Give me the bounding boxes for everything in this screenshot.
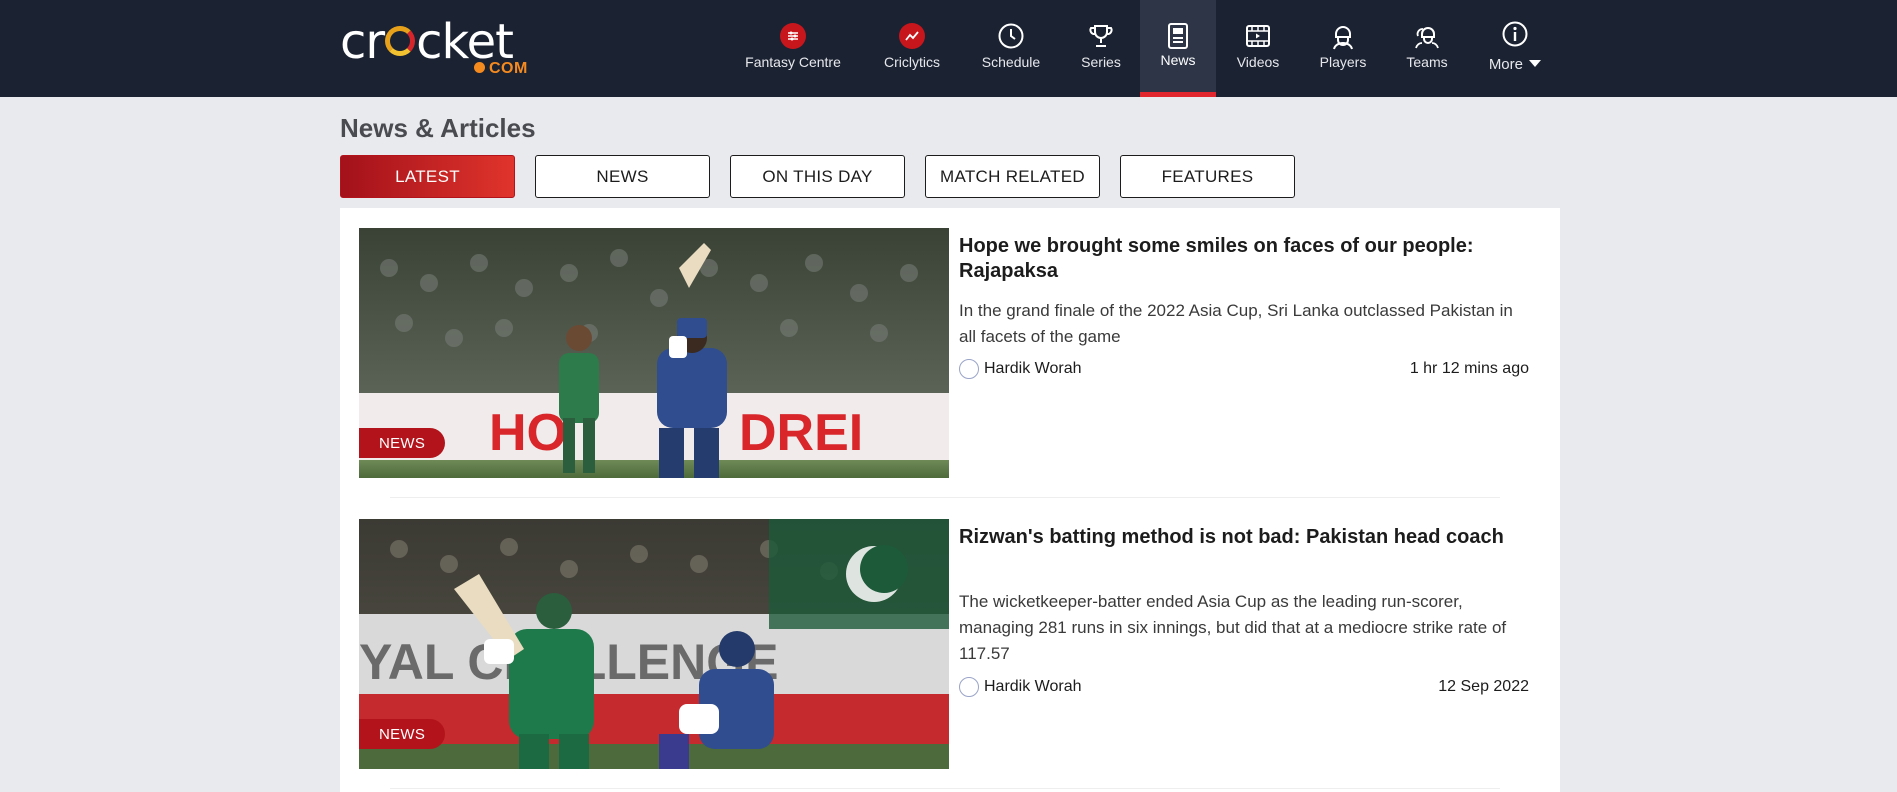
- svg-text:DREI: DREI: [739, 404, 863, 462]
- tab-latest[interactable]: LATEST: [340, 155, 515, 198]
- criclytics-icon: [898, 22, 926, 50]
- nav-label: News: [1160, 52, 1196, 68]
- nav-item-fantasy-centre[interactable]: Fantasy Centre: [733, 0, 853, 97]
- author-avatar-icon: [959, 359, 979, 379]
- category-badge: NEWS: [359, 719, 445, 749]
- article-list: HO DREI NEWS Hope we brought some smiles…: [340, 208, 1560, 792]
- nav-label: Criclytics: [884, 54, 940, 70]
- article-title[interactable]: Rizwan's batting method is not bad: Paki…: [959, 525, 1529, 550]
- article-title[interactable]: Hope we brought some smiles on faces of …: [959, 234, 1529, 284]
- nav-item-videos[interactable]: Videos: [1222, 0, 1294, 97]
- video-icon: [1244, 22, 1272, 50]
- tab-match-related[interactable]: MATCH RELATED: [925, 155, 1100, 198]
- category-badge: NEWS: [359, 428, 445, 458]
- nav-label: Schedule: [981, 54, 1041, 70]
- trophy-icon: [1087, 22, 1115, 50]
- article-author: Hardik Worah: [984, 360, 1082, 377]
- article-meta: Hardik Worah 12 Sep 2022: [959, 676, 1529, 698]
- tab-on-this-day[interactable]: ON THIS DAY: [730, 155, 905, 198]
- nav-item-players[interactable]: Players: [1306, 0, 1380, 97]
- article-thumbnail[interactable]: HO DREI NEWS: [359, 228, 949, 478]
- player-icon: [1329, 22, 1357, 50]
- tab-news[interactable]: NEWS: [535, 155, 710, 198]
- divider: [390, 788, 1500, 789]
- cricket-ball-icon: [385, 26, 416, 56]
- nav-item-teams[interactable]: Teams: [1393, 0, 1461, 97]
- article-card[interactable]: YAL CHALLENGE NEWS Rizwan's batting meth…: [359, 519, 1529, 769]
- nav-label: Videos: [1236, 54, 1280, 70]
- svg-text:HO: HO: [489, 404, 567, 462]
- divider: [390, 497, 1500, 498]
- logo-suffix: COM: [489, 60, 528, 77]
- article-thumbnail[interactable]: YAL CHALLENGE NEWS: [359, 519, 949, 769]
- newspaper-icon: [1164, 22, 1192, 50]
- nav-item-news[interactable]: News: [1140, 0, 1216, 97]
- nav-label: Teams: [1406, 54, 1448, 70]
- logo-text-part1: cr: [340, 14, 385, 70]
- nav-item-series[interactable]: Series: [1067, 0, 1135, 97]
- tab-features[interactable]: FEATURES: [1120, 155, 1295, 198]
- article-description: In the grand finale of the 2022 Asia Cup…: [959, 301, 1513, 346]
- nav-label: Series: [1081, 54, 1121, 70]
- article-meta: Hardik Worah 1 hr 12 mins ago: [959, 358, 1529, 380]
- article-time: 12 Sep 2022: [1438, 678, 1529, 695]
- nav-item-schedule[interactable]: Schedule: [971, 0, 1051, 97]
- caret-down-icon: [1529, 60, 1542, 67]
- nav-label: Players: [1319, 54, 1367, 70]
- article-time: 1 hr 12 mins ago: [1409, 360, 1529, 377]
- article-card[interactable]: HO DREI NEWS Hope we brought some smiles…: [359, 228, 1529, 478]
- site-logo[interactable]: cr cket COM: [340, 14, 540, 77]
- page-title: News & Articles: [340, 113, 536, 143]
- author-avatar-icon: [959, 677, 979, 697]
- nav-label: More: [1488, 56, 1523, 73]
- clock-icon: [997, 22, 1025, 50]
- article-author: Hardik Worah: [984, 678, 1082, 695]
- article-description: The wicketkeeper-batter ended Asia Cup a…: [959, 592, 1507, 663]
- team-icon: [1413, 22, 1441, 50]
- top-navbar: cr cket COM Fantasy Centre Criclytics Sch…: [0, 0, 1897, 97]
- info-icon: [1501, 20, 1529, 48]
- nav-label: Fantasy Centre: [745, 54, 841, 70]
- fantasy-icon: [779, 22, 807, 50]
- nav-item-more[interactable]: More: [1478, 0, 1552, 97]
- nav-item-criclytics[interactable]: Criclytics: [872, 0, 952, 97]
